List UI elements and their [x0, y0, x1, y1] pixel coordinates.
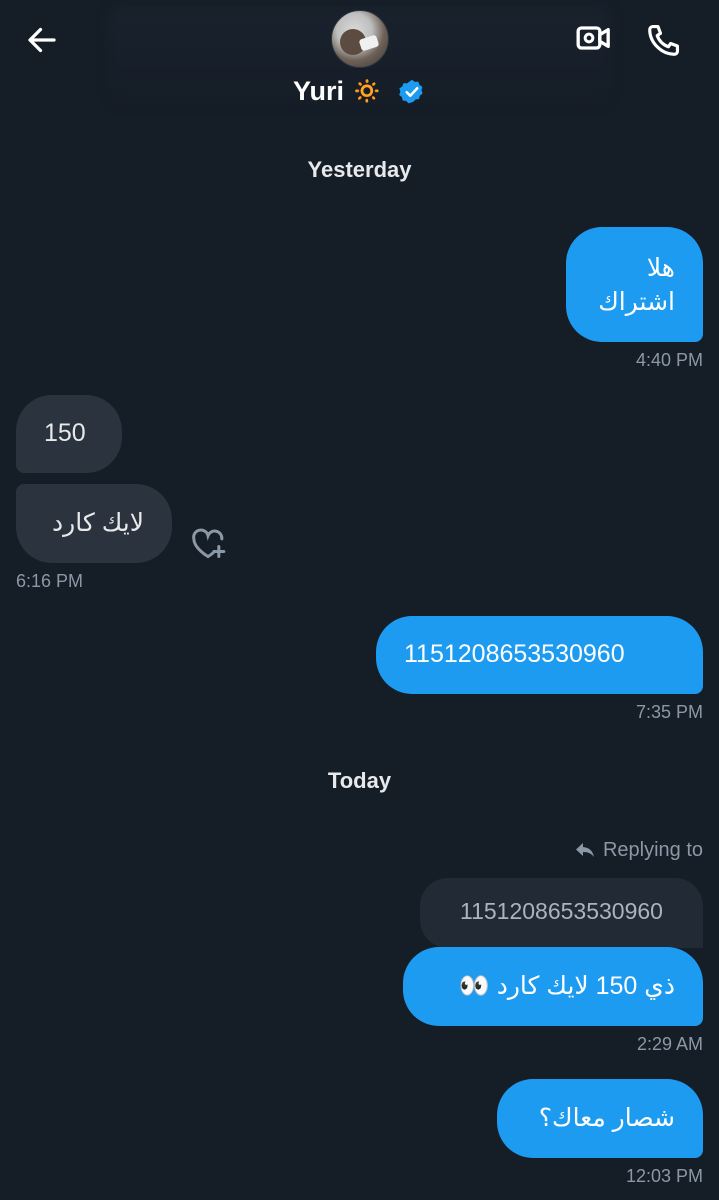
verified-badge-icon [399, 79, 423, 103]
back-button[interactable] [20, 18, 64, 62]
message-line: هلا [646, 254, 675, 282]
heart-plus-icon [192, 528, 226, 558]
message-line: اشتراك [598, 288, 675, 316]
name-emoji: 🔅 [352, 78, 382, 105]
quoted-message-text: 1151208653530960 [460, 898, 663, 924]
phone-icon [648, 24, 680, 56]
quoted-message[interactable]: 1151208653530960 [420, 878, 703, 948]
message-text: شصار معاك؟ [538, 1104, 675, 1132]
message-text: لايك كارد [52, 509, 144, 537]
message-timestamp: 2:29 AM [636, 1034, 703, 1054]
message-bubble-sent[interactable]: ذي 150 لايك كارد 👀 [403, 947, 703, 1026]
message-text: ذي 150 لايك كارد 👀 [458, 972, 675, 1000]
contact-name: Yuri [293, 76, 345, 106]
message-timestamp: 7:35 PM [635, 702, 703, 722]
message-text: 1151208653530960 [404, 640, 625, 668]
replying-to-label: Replying to [573, 838, 703, 862]
arrow-left-icon [28, 27, 56, 53]
add-reaction-button[interactable] [186, 522, 230, 566]
replying-to-text: Replying to [602, 838, 703, 861]
avatar[interactable] [331, 10, 389, 68]
video-camera-icon [576, 26, 610, 50]
video-call-button[interactable] [572, 16, 616, 60]
voice-call-button[interactable] [640, 16, 688, 64]
message-timestamp: 6:16 PM [16, 571, 84, 591]
message-bubble-sent[interactable]: 1151208653530960 [376, 616, 703, 694]
conversation-header: Yuri 🔅 [0, 0, 719, 124]
day-separator-yesterday: Yesterday [307, 157, 412, 182]
message-timestamp: 4:40 PM [635, 350, 703, 370]
message-bubble-sent[interactable]: شصار معاك؟ [497, 1079, 703, 1158]
message-bubble-sent[interactable]: هلا اشتراك [566, 227, 703, 342]
message-bubble-received[interactable]: 150 [16, 395, 122, 473]
contact-name-row[interactable]: Yuri 🔅 [0, 76, 719, 107]
message-text: 150 [44, 419, 86, 447]
day-separator-today: Today [327, 768, 392, 793]
reply-arrow-icon [575, 843, 594, 857]
message-timestamp: 12:03 PM [625, 1166, 703, 1186]
message-bubble-received[interactable]: لايك كارد [16, 484, 172, 563]
